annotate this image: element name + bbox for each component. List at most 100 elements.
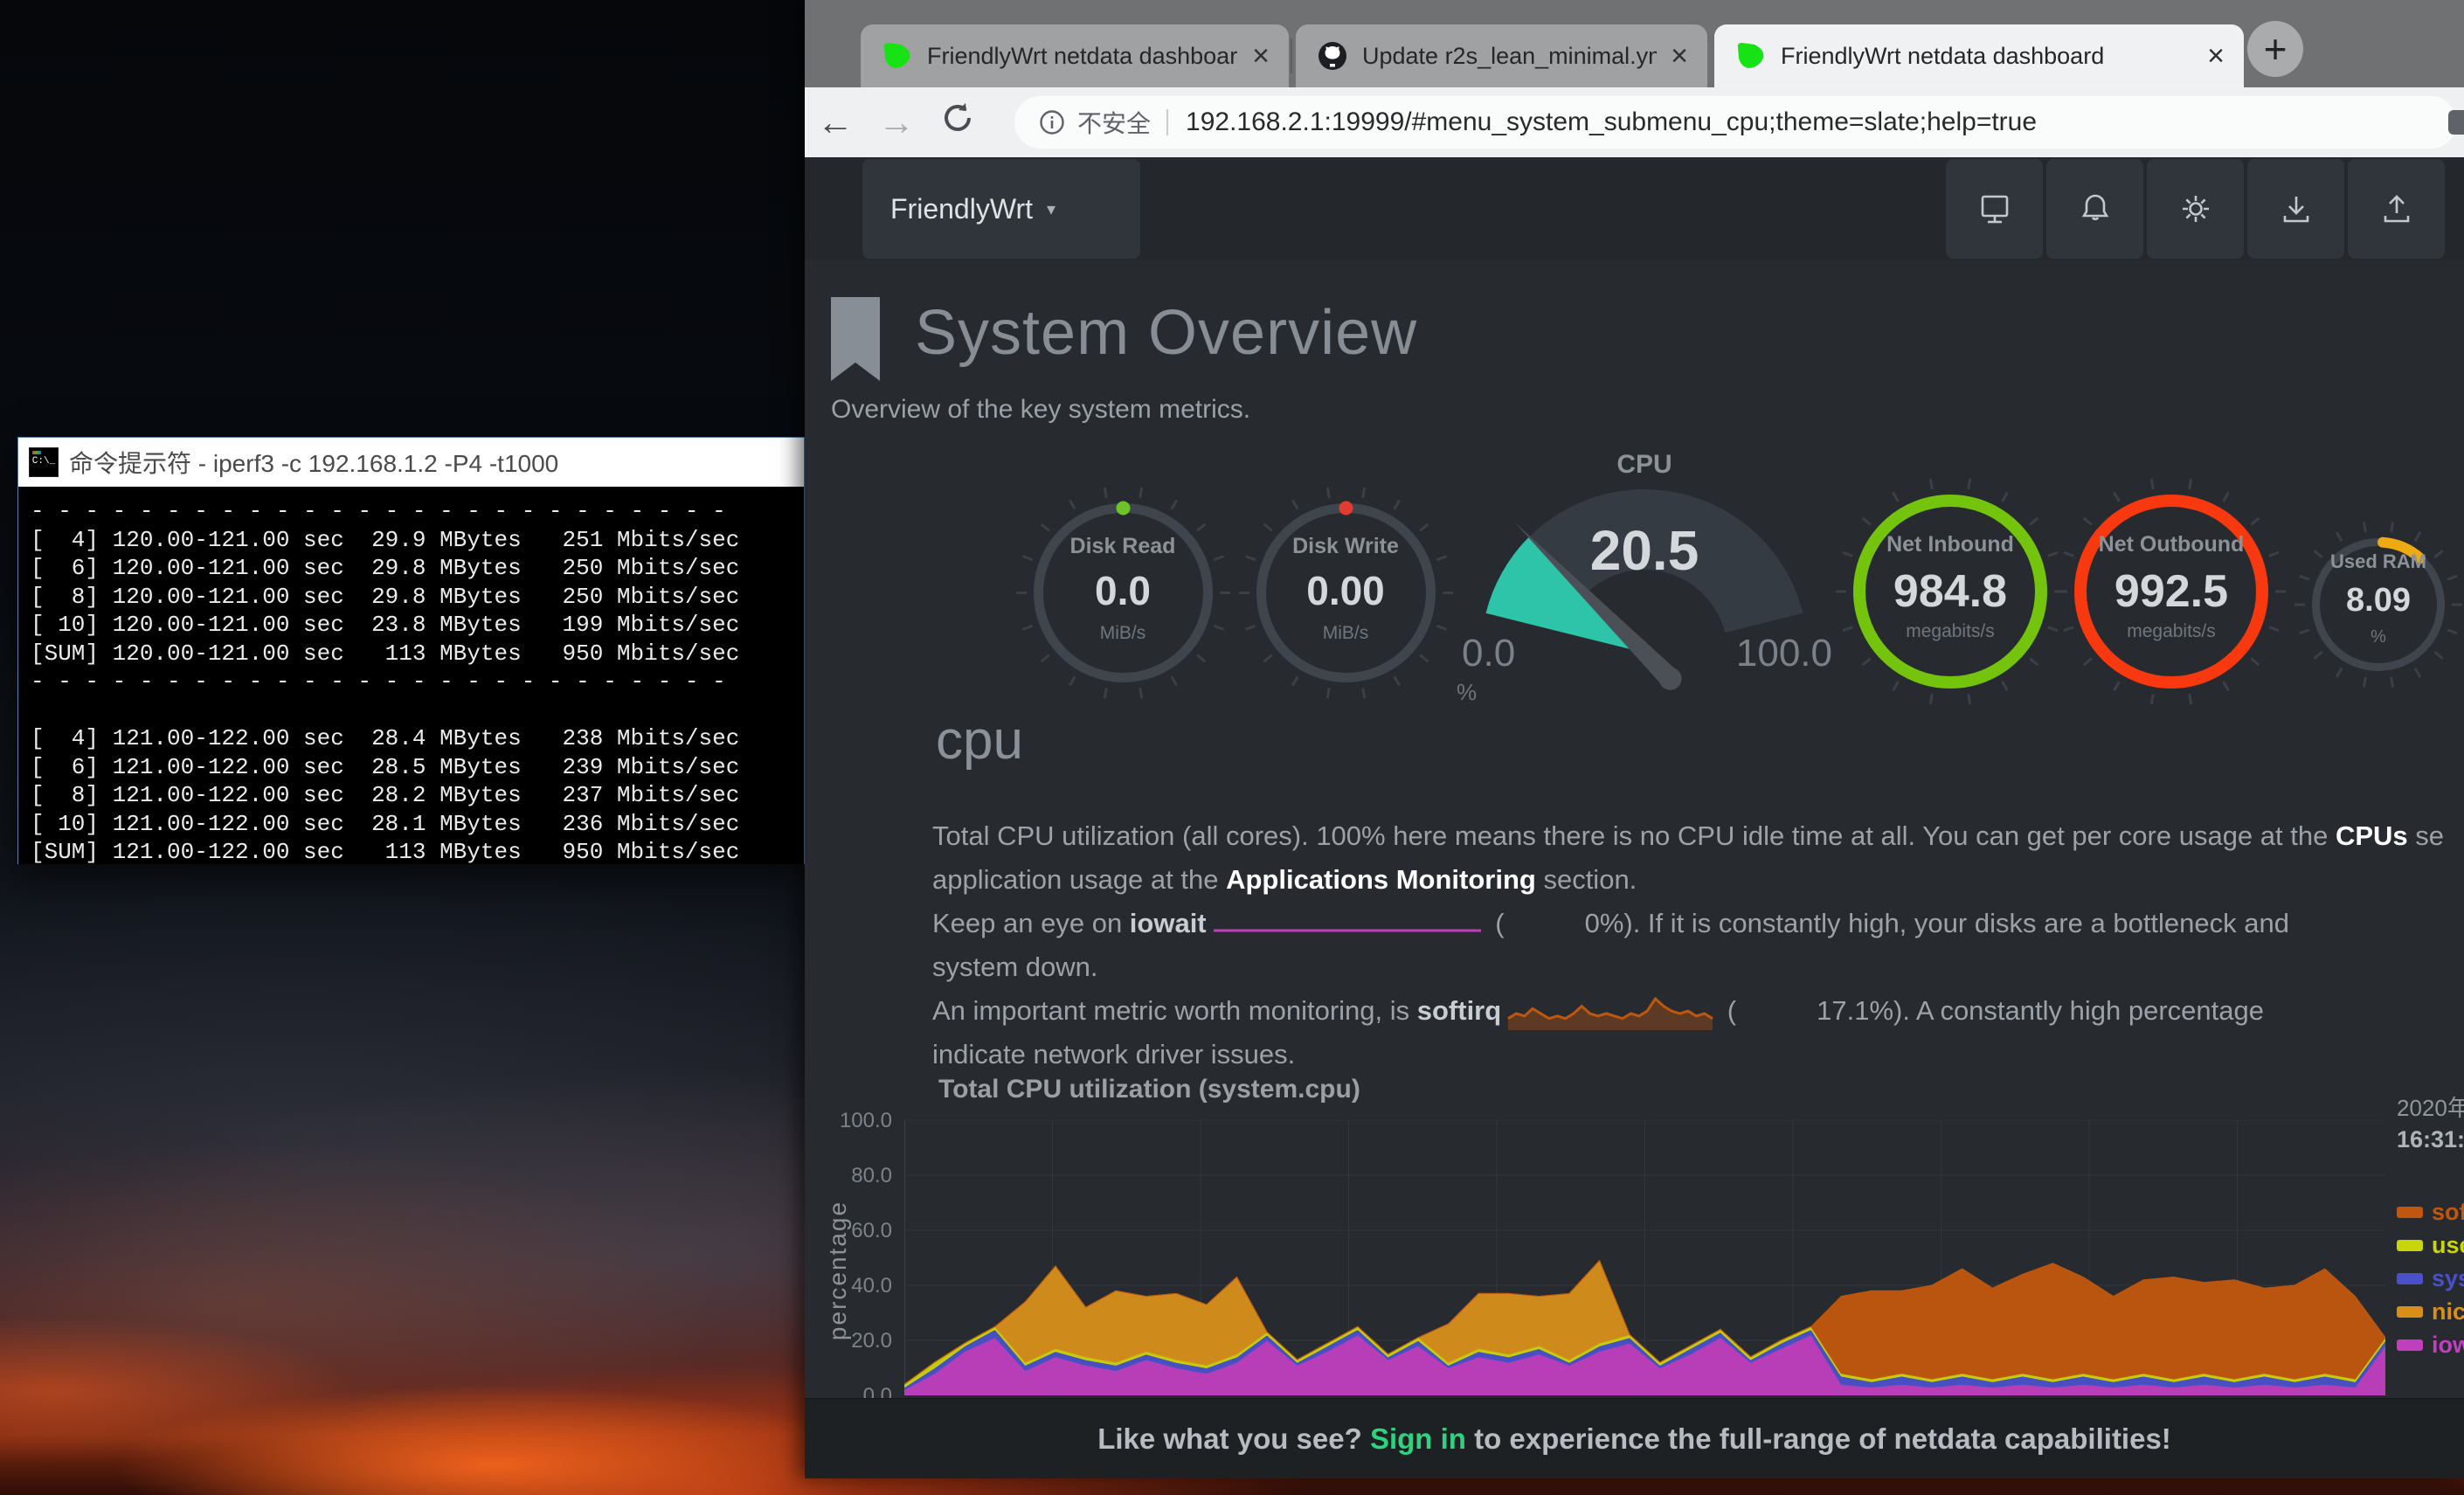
- import-button[interactable]: [2247, 159, 2344, 259]
- terminal-line: [31, 696, 804, 725]
- chart-title: Total CPU utilization (system.cpu): [938, 1075, 1360, 1104]
- chart-date: 2020年3: [2397, 1090, 2464, 1123]
- legend-item-softirq[interactable]: softirq: [2397, 1195, 2464, 1229]
- terminal-line: [ 6] 121.00-122.00 sec 28.5 MBytes 239 M…: [31, 753, 804, 782]
- cpu-description-line: indicate network driver issues.: [932, 1033, 2464, 1076]
- forward-icon[interactable]: →: [866, 101, 927, 143]
- terminal-line: - - - - - - - - - - - - - - - - - - - - …: [31, 497, 804, 526]
- legend-swatch: [2397, 1240, 2423, 1251]
- cmd-icon: C:\_: [29, 447, 59, 477]
- cpu-description-line: Total CPU utilization (all cores). 100% …: [932, 814, 2464, 858]
- upload-icon: [2377, 190, 2416, 228]
- security-label: 不安全: [1077, 105, 1151, 140]
- netdata-favicon: [1735, 41, 1767, 71]
- gear-icon: [2176, 189, 2216, 229]
- chevron-down-icon: ▾: [1047, 198, 1056, 220]
- terminal-line: [ 8] 121.00-122.00 sec 28.2 MBytes 237 M…: [31, 781, 804, 810]
- cpu-description-line: Keep an eye on iowait (0%). If it is con…: [932, 902, 2464, 945]
- cpu-description-line: application usage at the Applications Mo…: [932, 858, 2464, 902]
- host-name: FriendlyWrt: [890, 193, 1033, 225]
- gauge-disk_write[interactable]: Disk Write0.00MiB/s: [1235, 482, 1457, 703]
- chart-ytick: 60.0: [817, 1219, 892, 1243]
- legend-swatch: [2397, 1306, 2423, 1318]
- print-button[interactable]: [1946, 159, 2043, 259]
- bell-icon: [2076, 190, 2114, 228]
- terminal-line: [ 6] 120.00-121.00 sec 29.8 MBytes 250 M…: [31, 554, 804, 583]
- browser-tab[interactable]: FriendlyWrt netdata dashboard ×: [1714, 24, 2244, 87]
- page-title: System Overview: [915, 297, 1417, 369]
- tab-title: FriendlyWrt netdata dashboard: [1781, 43, 2193, 70]
- legend-item-user[interactable]: user: [2397, 1229, 2464, 1262]
- terminal-line: - - - - - - - - - - - - - - - - - - - - …: [31, 668, 804, 696]
- github-favicon: [1317, 40, 1348, 72]
- cpu-description: Total CPU utilization (all cores). 100% …: [932, 814, 2464, 1076]
- legend-label: system: [2432, 1265, 2464, 1292]
- chart-ytick: 80.0: [817, 1164, 892, 1188]
- legend-item-system[interactable]: system: [2397, 1262, 2464, 1295]
- terminal-line: [ 10] 121.00-122.00 sec 28.1 MBytes 236 …: [31, 810, 804, 839]
- tab-close-icon[interactable]: ×: [2207, 41, 2225, 71]
- bookmark-icon: [831, 297, 880, 381]
- netdata-page: FriendlyWrt ▾ System Overview Overvie: [805, 157, 2464, 1478]
- sparkline: [1212, 917, 1483, 934]
- tab-close-icon[interactable]: ×: [1252, 41, 1270, 71]
- back-icon[interactable]: ←: [805, 101, 866, 143]
- reload-icon[interactable]: [927, 100, 988, 144]
- page-subtitle: Overview of the key system metrics.: [831, 395, 1250, 425]
- terminal-titlebar[interactable]: C:\_ 命令提示符 - iperf3 -c 192.168.1.2 -P4 -…: [18, 438, 804, 487]
- gauge-net_outbound[interactable]: Net Outbound992.5megabits/s: [2053, 474, 2289, 709]
- gauge-disk_read[interactable]: Disk Read0.0MiB/s: [1013, 482, 1234, 703]
- export-button[interactable]: [2348, 159, 2445, 259]
- chart-ytick: 40.0: [817, 1274, 892, 1298]
- url-text: 192.168.2.1:19999/#menu_system_submenu_c…: [1186, 107, 2037, 137]
- legend-item-iowait[interactable]: iowait: [2397, 1328, 2464, 1361]
- terminal-line: [SUM] 121.00-122.00 sec 113 MBytes 950 M…: [31, 838, 804, 864]
- site-security[interactable]: 不安全: [1039, 105, 1151, 140]
- gauge-net_inbound[interactable]: Net Inbound984.8megabits/s: [1832, 474, 2068, 709]
- terminal-line: [SUM] 120.00-121.00 sec 113 MBytes 950 M…: [31, 640, 804, 668]
- info-icon: [1039, 109, 1065, 135]
- settings-button[interactable]: [2147, 159, 2244, 259]
- terminal-output: - - - - - - - - - - - - - - - - - - - - …: [18, 487, 804, 864]
- tab-title: FriendlyWrt netdata dashboard: [927, 43, 1238, 70]
- terminal-line: [ 8] 120.00-121.00 sec 29.8 MBytes 250 M…: [31, 583, 804, 612]
- banner-pre: Like what you see?: [1097, 1422, 1370, 1455]
- extension-icon[interactable]: [2448, 110, 2464, 135]
- tab-title: Update r2s_lean_minimal.yml · k: [1362, 43, 1657, 70]
- tab-separator: [1291, 38, 1292, 73]
- terminal-title: 命令提示符 - iperf3 -c 192.168.1.2 -P4 -t1000: [69, 445, 558, 480]
- browser-toolbar: ← → 不安全 192.168.2.1:19999/#menu_system_s…: [805, 87, 2464, 157]
- download-icon: [2277, 190, 2315, 228]
- legend-item-nice[interactable]: nice: [2397, 1295, 2464, 1328]
- gauge-used_ram[interactable]: Used RAM8.09%: [2291, 517, 2464, 692]
- tab-strip: + FriendlyWrt netdata dashboard×Update r…: [805, 0, 2464, 87]
- legend-swatch: [2397, 1339, 2423, 1351]
- sign-in-link[interactable]: Sign in: [1370, 1422, 1466, 1455]
- chart-time: 16:31:2: [2397, 1126, 2464, 1153]
- omnibox-divider: [1166, 109, 1168, 135]
- legend-label: nice: [2432, 1298, 2464, 1325]
- browser-tab[interactable]: FriendlyWrt netdata dashboard ×: [861, 24, 1289, 87]
- browser-window[interactable]: + FriendlyWrt netdata dashboard×Update r…: [805, 0, 2464, 1478]
- banner-post: to experience the full-range of netdata …: [1466, 1422, 2171, 1455]
- chart-ytick: 100.0: [817, 1109, 892, 1133]
- tab-close-icon[interactable]: ×: [1671, 41, 1688, 71]
- host-selector[interactable]: FriendlyWrt ▾: [862, 159, 1140, 259]
- legend-label: softirq: [2432, 1199, 2464, 1226]
- alarms-button[interactable]: [2046, 159, 2143, 259]
- terminal-window[interactable]: C:\_ 命令提示符 - iperf3 -c 192.168.1.2 -P4 -…: [17, 437, 805, 864]
- legend-label: user: [2432, 1232, 2464, 1259]
- netdata-toolbar: FriendlyWrt ▾: [805, 157, 2464, 260]
- signin-banner: Like what you see? Sign in to experience…: [805, 1398, 2464, 1478]
- terminal-line: [ 10] 120.00-121.00 sec 23.8 MBytes 199 …: [31, 611, 804, 640]
- new-tab-button[interactable]: +: [2247, 21, 2303, 77]
- browser-tab[interactable]: Update r2s_lean_minimal.yml · k ×: [1296, 24, 1707, 87]
- sparkline: [1506, 994, 1714, 1031]
- chart-legend: 2020年3 16:31:2 softirq user system nice iowa…: [2397, 1090, 2464, 1361]
- netdata-favicon: [882, 41, 913, 71]
- chart-ytick: 20.0: [817, 1329, 892, 1353]
- legend-label: iowait: [2432, 1332, 2464, 1359]
- cpu-chart[interactable]: [904, 1120, 2385, 1395]
- gauge-cpu[interactable]: CPU20.50.0100.0%: [1457, 450, 1832, 738]
- address-bar[interactable]: 不安全 192.168.2.1:19999/#menu_system_subme…: [1014, 96, 2457, 149]
